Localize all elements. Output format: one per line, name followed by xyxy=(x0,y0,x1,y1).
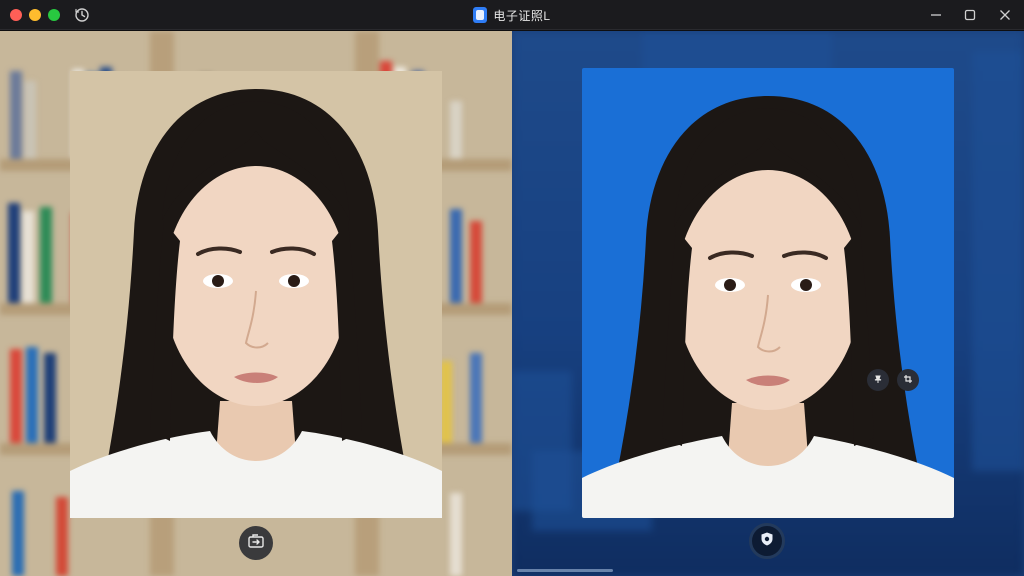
blue-background-photo[interactable] xyxy=(582,68,954,518)
original-photo-panel xyxy=(0,31,512,576)
pin-button[interactable] xyxy=(867,369,889,391)
close-icon[interactable] xyxy=(995,5,1015,25)
window-close-dot[interactable] xyxy=(10,9,22,21)
original-photo[interactable] xyxy=(70,71,442,518)
scroll-indicator[interactable] xyxy=(517,569,613,572)
window-title: 电子证照L xyxy=(493,8,551,23)
window-minimize-dot[interactable] xyxy=(29,9,41,21)
replace-background-button[interactable] xyxy=(239,526,273,560)
minimize-icon[interactable] xyxy=(926,5,946,25)
pin-icon xyxy=(873,371,883,389)
shield-icon xyxy=(759,531,775,552)
crop-icon xyxy=(903,371,913,389)
window-maximize-dot[interactable] xyxy=(48,9,60,21)
restore-icon[interactable] xyxy=(960,5,980,25)
title-bar: 电子证照L xyxy=(0,0,1024,30)
verify-button[interactable] xyxy=(749,523,785,559)
processed-photo-panel xyxy=(512,31,1024,576)
replace-background-icon xyxy=(247,532,265,555)
portrait-blue-background xyxy=(582,96,954,518)
app-icon xyxy=(473,7,488,23)
portrait-original xyxy=(70,89,442,518)
crop-button[interactable] xyxy=(897,369,919,391)
history-icon[interactable] xyxy=(74,7,90,23)
